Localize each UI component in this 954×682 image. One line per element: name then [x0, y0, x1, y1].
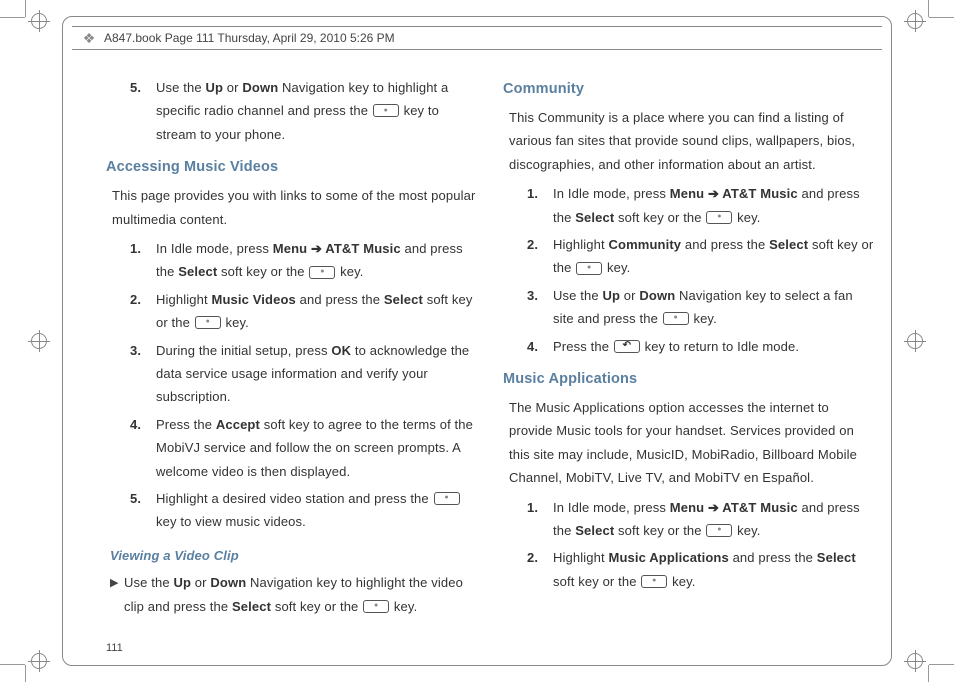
step-number: 4.	[527, 335, 553, 358]
step-text: During the initial setup, press OK to ac…	[156, 339, 477, 409]
crop-mark	[928, 665, 929, 682]
section-intro: This page provides you with links to som…	[112, 184, 477, 231]
ok-key-icon	[641, 575, 667, 588]
step-number: 4.	[130, 413, 156, 483]
list-item: 2. Highlight Music Videos and press the …	[106, 288, 477, 335]
list-item: 2. Highlight Community and press the Sel…	[503, 233, 874, 280]
section-intro: This Community is a place where you can …	[509, 106, 874, 176]
ok-key-icon	[195, 316, 221, 329]
step-number: 2.	[527, 233, 553, 280]
page-content: 5. Use the Up or Down Navigation key to …	[106, 76, 874, 642]
crop-mark	[25, 665, 26, 682]
list-item: 3. During the initial setup, press OK to…	[106, 339, 477, 409]
step-number: 1.	[130, 237, 156, 284]
step-number: 3.	[527, 284, 553, 331]
list-item: 1. In Idle mode, press Menu ➔ AT&T Music…	[106, 237, 477, 284]
crop-mark	[929, 664, 954, 665]
registration-mark-icon	[28, 330, 50, 352]
step-text: Highlight Community and press the Select…	[553, 233, 874, 280]
crop-mark	[0, 17, 25, 18]
step-number: 2.	[527, 546, 553, 593]
registration-mark-icon	[904, 10, 926, 32]
bullet-item: ▶ Use the Up or Down Navigation key to h…	[110, 571, 477, 618]
right-column: Community This Community is a place wher…	[503, 76, 874, 642]
step-number: 5.	[130, 487, 156, 534]
ok-key-icon	[663, 312, 689, 325]
heading-music-applications: Music Applications	[503, 366, 874, 392]
crop-mark	[25, 0, 26, 17]
crop-mark	[929, 17, 954, 18]
step-text: Highlight a desired video station and pr…	[156, 487, 477, 534]
crop-mark	[928, 0, 929, 17]
step-text: Use the Up or Down Navigation key to sel…	[553, 284, 874, 331]
list-item: 3. Use the Up or Down Navigation key to …	[503, 284, 874, 331]
ok-key-icon	[706, 211, 732, 224]
left-column: 5. Use the Up or Down Navigation key to …	[106, 76, 477, 642]
list-item: 1. In Idle mode, press Menu ➔ AT&T Music…	[503, 496, 874, 543]
step-text: In Idle mode, press Menu ➔ AT&T Music an…	[553, 496, 874, 543]
registration-mark-icon	[904, 650, 926, 672]
registration-mark-icon	[28, 10, 50, 32]
step-number: 3.	[130, 339, 156, 409]
ok-key-icon	[576, 262, 602, 275]
ok-key-icon	[309, 266, 335, 279]
heading-community: Community	[503, 76, 874, 102]
list-item: 4. Press the key to return to Idle mode.	[503, 335, 874, 358]
step-text: Press the Accept soft key to agree to th…	[156, 413, 477, 483]
ok-key-icon	[434, 492, 460, 505]
step-text: Use the Up or Down Navigation key to hig…	[156, 76, 477, 146]
crop-mark	[0, 664, 25, 665]
list-item: 1. In Idle mode, press Menu ➔ AT&T Music…	[503, 182, 874, 229]
heading-accessing-music-videos: Accessing Music Videos	[106, 154, 477, 180]
step-number: 2.	[130, 288, 156, 335]
step-text: In Idle mode, press Menu ➔ AT&T Music an…	[553, 182, 874, 229]
registration-mark-icon	[904, 330, 926, 352]
list-item: 5. Highlight a desired video station and…	[106, 487, 477, 534]
step-text: Highlight Music Applications and press t…	[553, 546, 874, 593]
step-text: Highlight Music Videos and press the Sel…	[156, 288, 477, 335]
list-item: 5. Use the Up or Down Navigation key to …	[106, 76, 477, 146]
heading-viewing-video-clip: Viewing a Video Clip	[110, 544, 477, 567]
ok-key-icon	[373, 104, 399, 117]
list-item: 4. Press the Accept soft key to agree to…	[106, 413, 477, 483]
ok-key-icon	[706, 524, 732, 537]
section-intro: The Music Applications option accesses t…	[509, 396, 874, 490]
registration-mark-icon	[28, 650, 50, 672]
step-number: 1.	[527, 496, 553, 543]
triangle-bullet-icon: ▶	[110, 571, 124, 618]
step-text: In Idle mode, press Menu ➔ AT&T Music an…	[156, 237, 477, 284]
bullet-text: Use the Up or Down Navigation key to hig…	[124, 571, 477, 618]
document-icon: ❖	[80, 29, 98, 47]
page-header: ❖ A847.book Page 111 Thursday, April 29,…	[72, 26, 882, 50]
step-number: 5.	[130, 76, 156, 146]
end-key-icon	[614, 340, 640, 353]
header-text: A847.book Page 111 Thursday, April 29, 2…	[104, 31, 395, 45]
step-number: 1.	[527, 182, 553, 229]
list-item: 2. Highlight Music Applications and pres…	[503, 546, 874, 593]
step-text: Press the key to return to Idle mode.	[553, 335, 874, 358]
ok-key-icon	[363, 600, 389, 613]
page-number: 111	[106, 642, 123, 654]
